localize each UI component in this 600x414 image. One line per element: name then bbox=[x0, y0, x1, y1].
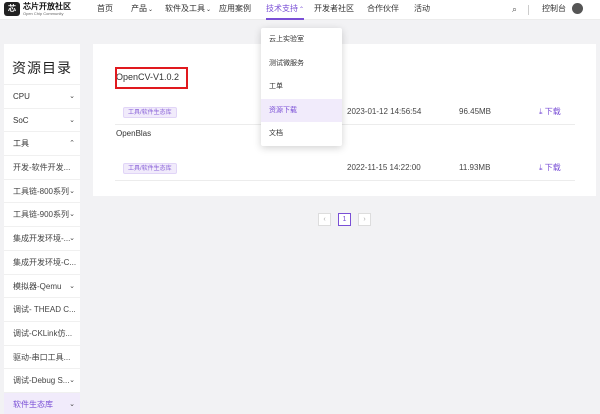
chevron-down-icon: ⌄ bbox=[69, 187, 75, 195]
logo-icon: 芯 bbox=[4, 2, 20, 16]
sidebar-item-software-ecosystem[interactable]: 软件生态库 ⌄ bbox=[4, 391, 80, 414]
nav-divider bbox=[528, 5, 529, 15]
chevron-down-icon: ⌄ bbox=[69, 93, 75, 100]
sidebar-title: 资源目录 bbox=[12, 60, 72, 76]
search-icon[interactable]: ⌕ bbox=[512, 4, 517, 15]
menu-item-test-service[interactable]: 测试微服务 bbox=[261, 52, 342, 76]
chevron-down-icon: ⌄ bbox=[148, 7, 154, 13]
resource-list: OpenCV-V1.0.2 工具/软件生态库 2023-01-12 14:56:… bbox=[93, 44, 596, 196]
chevron-down-icon: ⌄ bbox=[69, 400, 75, 408]
chevron-down-icon: ⌄ bbox=[69, 377, 75, 385]
sidebar-item-cpu[interactable]: CPU ⌄ bbox=[4, 84, 80, 108]
sidebar-item-driver-serial[interactable]: 驱动-串口工具... bbox=[4, 344, 80, 369]
chevron-down-icon: ⌄ bbox=[69, 116, 75, 124]
sidebar-item-ide-c[interactable]: 集成开发环境-C... bbox=[4, 249, 80, 274]
pagination: ‹ 1 › bbox=[318, 213, 378, 226]
sidebar-item-ide[interactable]: 集成开发环境-... ⌄ bbox=[4, 226, 80, 250]
chevron-down-icon: ⌄ bbox=[206, 7, 212, 13]
sidebar-item-debug-s[interactable]: 调试-Debug S... ⌄ bbox=[4, 368, 80, 392]
download-icon: ⤓ bbox=[539, 163, 543, 172]
avatar[interactable] bbox=[572, 3, 583, 14]
sidebar-item-debug-cklink[interactable]: 调试-CKLink仿... bbox=[4, 320, 80, 345]
sidebar-item-toolchain-900[interactable]: 工具链-900系列 ⌄ bbox=[4, 202, 80, 226]
top-nav: 芯 芯片开放社区 Open Chip Community 首页 产品⌄ 软件及工… bbox=[0, 0, 600, 20]
download-button[interactable]: ⤓ 下载 bbox=[539, 106, 561, 117]
menu-item-resource-download[interactable]: 资源下载 bbox=[261, 98, 342, 123]
menu-item-cloud-lab[interactable]: 云上实验室 bbox=[261, 28, 342, 52]
tech-support-dropdown: 云上实验室 测试微服务 工单 资源下载 文档 bbox=[261, 28, 342, 146]
file-size: 11.93MB bbox=[459, 163, 491, 172]
nav-events[interactable]: 活动 bbox=[414, 0, 430, 20]
category-tag: 工具/软件生态库 bbox=[123, 107, 177, 118]
download-button[interactable]: ⤓ 下载 bbox=[539, 162, 561, 173]
file-size: 96.45MB bbox=[459, 107, 492, 116]
menu-item-docs[interactable]: 文档 bbox=[261, 122, 342, 146]
chevron-up-icon: ⌃ bbox=[299, 7, 305, 13]
chevron-down-icon: ⌄ bbox=[69, 235, 75, 243]
sidebar-item-tools[interactable]: 工具 ⌃ bbox=[4, 131, 80, 155]
logo-name: 芯片开放社区 bbox=[23, 1, 71, 11]
nav-products[interactable]: 产品⌄ bbox=[131, 0, 153, 20]
upload-date: 2023-01-12 14:56:54 bbox=[347, 107, 422, 116]
page-1-button[interactable]: 1 bbox=[338, 213, 351, 226]
sidebar-item-emulator-qemu[interactable]: 模拟器-Qemu ⌄ bbox=[4, 273, 80, 298]
sidebar-item-toolchain-800[interactable]: 工具链-800系列 ⌄ bbox=[4, 178, 80, 203]
menu-item-ticket[interactable]: 工单 bbox=[261, 75, 342, 99]
prev-page-button[interactable]: ‹ bbox=[318, 213, 331, 226]
nav-partners[interactable]: 合作伙伴 bbox=[367, 0, 399, 20]
chevron-down-icon: ⌄ bbox=[69, 282, 75, 290]
nav-dev-community[interactable]: 开发者社区 bbox=[314, 0, 354, 20]
nav-tech-support[interactable]: 技术支持⌃ bbox=[266, 0, 305, 20]
sidebar-item-dev-software[interactable]: 开发-软件开发... bbox=[4, 155, 80, 179]
chevron-down-icon: ⌄ bbox=[69, 211, 75, 219]
file-name[interactable]: OpenBlas bbox=[116, 129, 151, 138]
highlight-box bbox=[115, 67, 188, 89]
upload-date: 2022-11-15 14:22:00 bbox=[347, 163, 421, 172]
console-link[interactable]: 控制台 bbox=[542, 0, 566, 18]
nav-cases[interactable]: 应用案例 bbox=[219, 0, 251, 20]
sidebar-item-soc[interactable]: SoC ⌄ bbox=[4, 107, 80, 132]
nav-software-tools[interactable]: 软件及工具⌄ bbox=[165, 0, 211, 20]
nav-home[interactable]: 首页 bbox=[97, 0, 113, 20]
logo-tagline: Open Chip Community bbox=[23, 10, 64, 16]
chevron-up-icon: ⌃ bbox=[69, 140, 75, 148]
table-row: 工具/软件生态库 2022-11-15 14:22:00 11.93MB ⤓ 下… bbox=[115, 155, 575, 181]
category-tag: 工具/软件生态库 bbox=[123, 163, 177, 174]
download-icon: ⤓ bbox=[539, 107, 543, 116]
resource-sidebar: 资源目录 CPU ⌄ SoC ⌄ 工具 ⌃ 开发-软件开发... 工具链-800系列 ⌄… bbox=[4, 44, 80, 414]
next-page-button[interactable]: › bbox=[358, 213, 371, 226]
sidebar-item-debug-thead[interactable]: 调试- THEAD C... bbox=[4, 297, 80, 321]
logo[interactable]: 芯 芯片开放社区 Open Chip Community bbox=[4, 2, 71, 16]
table-row: 工具/软件生态库 2023-01-12 14:56:54 96.45MB ⤓ 下… bbox=[115, 99, 575, 125]
